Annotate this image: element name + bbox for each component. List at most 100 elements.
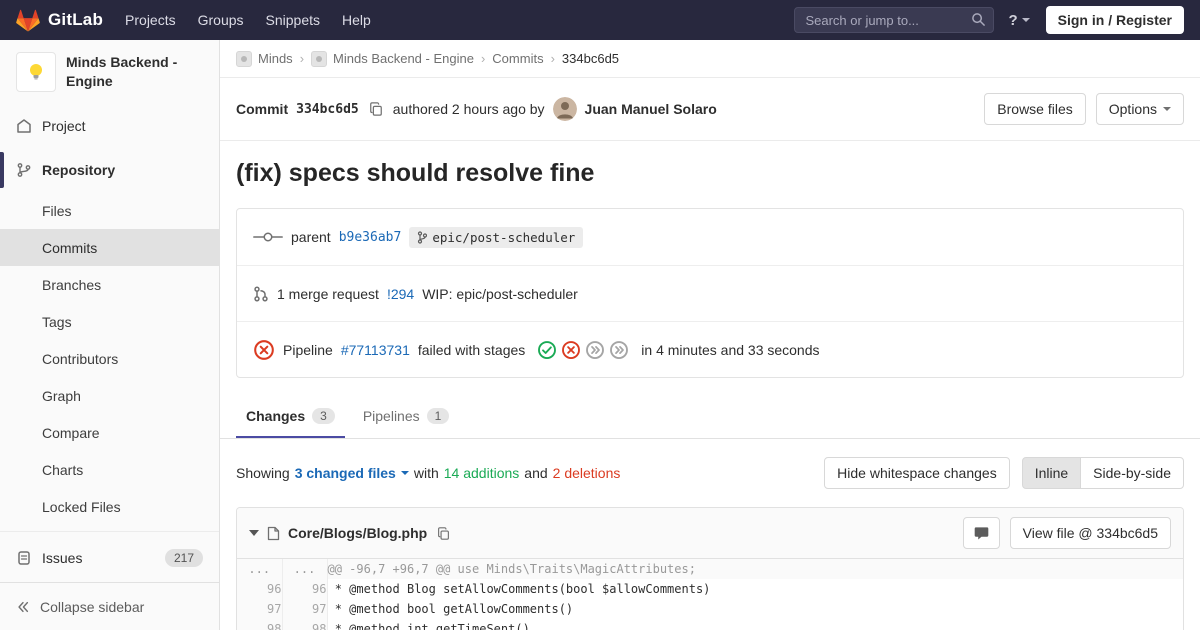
tab-pipelines[interactable]: Pipelines 1 xyxy=(353,396,460,438)
branch-ref-pill[interactable]: epic/post-scheduler xyxy=(409,226,584,248)
pipeline-stages xyxy=(537,340,629,360)
chevron-down-icon xyxy=(1163,107,1171,111)
tab-changes[interactable]: Changes 3 xyxy=(236,396,345,438)
sidebar-item-label: Issues xyxy=(42,550,83,566)
old-line-number[interactable]: 97 xyxy=(237,599,283,619)
repository-icon xyxy=(16,162,32,178)
sidebar-subitem-files[interactable]: Files xyxy=(0,192,219,229)
pipeline-status-text: failed with stages xyxy=(417,341,526,358)
copy-file-path-button[interactable] xyxy=(435,525,452,542)
sidebar-subitem-locked-files[interactable]: Locked Files xyxy=(0,488,219,525)
diff-file-box: Core/Blogs/Blog.php View file @ 334bc6d5… xyxy=(236,507,1184,630)
gitlab-home-link[interactable]: GitLab xyxy=(16,9,103,32)
sidebar-subitem-graph[interactable]: Graph xyxy=(0,377,219,414)
old-line-number[interactable]: 96 xyxy=(237,579,283,599)
search-input[interactable] xyxy=(794,7,995,33)
view-file-button[interactable]: View file @ 334bc6d5 xyxy=(1009,517,1171,549)
nav-projects[interactable]: Projects xyxy=(125,12,176,28)
author-name-link[interactable]: Juan Manuel Solaro xyxy=(585,101,717,117)
diff-line: 98 98 * @method int getTimeSent() xyxy=(237,619,1183,630)
commit-meta-row: Commit 334bc6d5 authored 2 hours ago by … xyxy=(220,78,1200,141)
mr-count-text: 1 merge request xyxy=(277,285,379,302)
sidebar-item-repository[interactable]: Repository xyxy=(0,148,219,192)
sidebar-subitem-contributors[interactable]: Contributors xyxy=(0,340,219,377)
breadcrumb-item-project: Minds Backend - Engine xyxy=(311,50,474,67)
issues-section: Issues 217 xyxy=(0,531,219,578)
new-line-number[interactable]: 97 xyxy=(282,599,328,619)
commit-info-box: parent b9e36ab7 epic/post-scheduler 1 me… xyxy=(236,208,1184,378)
changes-actions: Hide whitespace changes Inline Side-by-s… xyxy=(824,457,1184,489)
breadcrumb-link-commits[interactable]: Commits xyxy=(492,51,543,66)
breadcrumb-separator: › xyxy=(299,51,305,66)
breadcrumb-item-group: Minds xyxy=(236,50,293,67)
breadcrumb-separator: › xyxy=(480,51,486,66)
sidebar-item-project[interactable]: Project xyxy=(0,104,219,148)
changed-files-label: 3 changed files xyxy=(294,465,396,481)
inline-view-button[interactable]: Inline xyxy=(1021,457,1082,489)
diff-hunk-header: @@ -96,7 +96,7 @@ use Minds\Traits\Magic… xyxy=(327,559,1183,579)
author-avatar[interactable] xyxy=(552,97,577,121)
sidebar-subitem-tags[interactable]: Tags xyxy=(0,303,219,340)
commit-tabs: Changes 3 Pipelines 1 xyxy=(220,396,1200,439)
tab-count-badge: 3 xyxy=(312,408,335,424)
commit-actions: Browse files Options xyxy=(984,93,1184,125)
breadcrumb-current-sha: 334bc6d5 xyxy=(561,51,620,66)
old-line-number: ... xyxy=(237,559,283,579)
stage-skipped-icon[interactable] xyxy=(609,340,629,360)
stage-passed-icon[interactable] xyxy=(537,340,557,360)
changed-files-dropdown[interactable]: 3 changed files xyxy=(295,465,409,481)
sidebar-subitem-branches[interactable]: Branches xyxy=(0,266,219,303)
main-content: Minds › Minds Backend - Engine › Commits… xyxy=(220,0,1200,630)
branch-icon xyxy=(417,230,428,244)
new-line-number[interactable]: 96 xyxy=(282,579,328,599)
collapse-sidebar-button[interactable]: Collapse sidebar xyxy=(0,582,219,630)
breadcrumb-link[interactable]: Minds Backend - Engine xyxy=(333,51,474,66)
authored-text: authored 2 hours ago by xyxy=(392,101,545,117)
and-label: and xyxy=(524,465,548,481)
copy-sha-button[interactable] xyxy=(367,100,385,118)
sidebar-subitem-compare[interactable]: Compare xyxy=(0,414,219,451)
mr-id-link[interactable]: !294 xyxy=(387,286,414,302)
project-context-header[interactable]: Minds Backend - Engine xyxy=(0,40,219,104)
chevron-down-icon xyxy=(400,471,409,475)
tab-count-badge: 1 xyxy=(426,408,450,424)
project-icon xyxy=(16,118,32,134)
collapse-diff-caret-icon[interactable] xyxy=(249,530,259,536)
diff-line: 96 96 * @method Blog setAllowComments(bo… xyxy=(237,579,1183,599)
help-dropdown[interactable]: ? xyxy=(1008,12,1030,29)
side-by-side-view-button[interactable]: Side-by-side xyxy=(1080,457,1184,489)
commit-icon xyxy=(253,230,283,244)
breadcrumb-link[interactable]: Minds xyxy=(258,51,293,66)
options-dropdown-button[interactable]: Options xyxy=(1095,93,1184,125)
parent-sha-link[interactable]: b9e36ab7 xyxy=(339,230,402,245)
stage-skipped-icon[interactable] xyxy=(585,340,605,360)
hide-whitespace-button[interactable]: Hide whitespace changes xyxy=(824,457,1010,489)
breadcrumb-separator: › xyxy=(550,51,555,66)
diff-code: * @method bool getAllowComments() xyxy=(327,602,574,616)
sign-in-register-button[interactable]: Sign in / Register xyxy=(1045,6,1184,34)
new-line-number[interactable]: 98 xyxy=(282,619,328,630)
sidebar-subitem-charts[interactable]: Charts xyxy=(0,451,219,488)
stage-failed-icon[interactable] xyxy=(561,340,581,360)
nav-snippets[interactable]: Snippets xyxy=(266,12,320,28)
showing-label: Showing xyxy=(236,465,290,481)
diff-code: * @method Blog setAllowComments(bool $al… xyxy=(327,582,711,596)
diff-file-header: Core/Blogs/Blog.php View file @ 334bc6d5 xyxy=(237,508,1183,559)
diff-view-toggle-group: Inline Side-by-side xyxy=(1021,457,1184,489)
pipeline-failed-icon xyxy=(253,339,275,361)
pipeline-id-link[interactable]: #77113731 xyxy=(341,342,410,358)
sidebar-subitem-commits[interactable]: Commits xyxy=(0,229,219,266)
toggle-comments-button[interactable] xyxy=(962,517,1000,549)
pipeline-duration: in 4 minutes and 33 seconds xyxy=(641,341,820,358)
nav-help[interactable]: Help xyxy=(342,12,371,28)
diff-line-meta: ... ... @@ -96,7 +96,7 @@ use Minds\Trai… xyxy=(237,559,1183,579)
merge-request-row: 1 merge request !294 WIP: epic/post-sche… xyxy=(237,265,1183,321)
old-line-number[interactable]: 98 xyxy=(237,619,283,630)
browse-files-button[interactable]: Browse files xyxy=(984,93,1086,125)
diff-table: ... ... @@ -96,7 +96,7 @@ use Minds\Trai… xyxy=(237,559,1183,630)
nav-groups[interactable]: Groups xyxy=(198,12,244,28)
chevron-down-icon xyxy=(1021,18,1030,22)
sidebar-item-issues[interactable]: Issues 217 xyxy=(0,538,219,578)
global-search xyxy=(794,7,995,33)
with-label: with xyxy=(413,465,439,481)
